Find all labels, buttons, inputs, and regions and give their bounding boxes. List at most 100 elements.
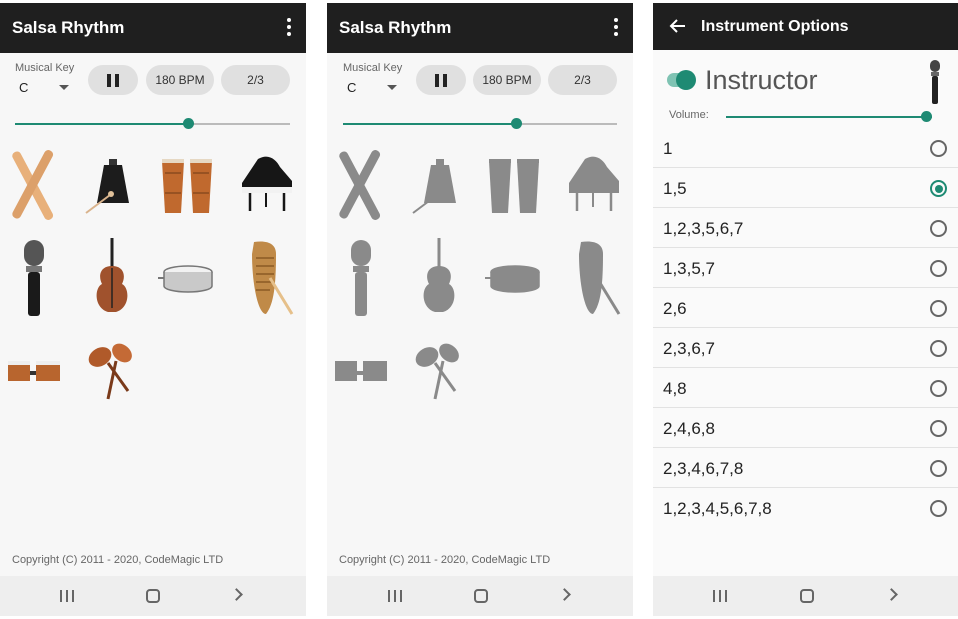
beat-option-row[interactable]: 1 (653, 128, 958, 168)
radio-button[interactable] (930, 500, 947, 517)
beat-options-list: 1 1,5 1,2,3,5,6,7 1,3,5,7 2,6 2,3,6,7 4,8 2,4,6… (653, 128, 958, 528)
copyright-text: Copyright (C) 2011 - 2020, CodeMagic LTD (12, 554, 224, 566)
tempo-button[interactable]: 180 BPM (473, 65, 541, 95)
recent-apps-icon[interactable] (388, 590, 402, 602)
system-nav-bar (327, 576, 633, 616)
app-title: Salsa Rhythm (12, 18, 125, 37)
guiro-icon[interactable] (563, 238, 623, 318)
home-icon[interactable] (474, 589, 488, 603)
beat-option-row[interactable]: 1,2,3,4,5,6,7,8 (653, 488, 958, 528)
timbale-icon[interactable] (158, 238, 218, 318)
radio-button[interactable] (930, 180, 947, 197)
overflow-menu-icon[interactable] (282, 18, 296, 38)
slider-track (516, 123, 617, 125)
instructor-toggle[interactable] (667, 70, 696, 90)
cowbell-icon[interactable] (409, 143, 469, 223)
slider-track (188, 123, 290, 125)
congas-icon[interactable] (485, 143, 545, 223)
beat-option-label: 2,4,6,8 (663, 419, 715, 438)
beat-option-label: 1,2,3,4,5,6,7,8 (663, 499, 772, 518)
beat-option-label: 2,3,4,6,7,8 (663, 459, 744, 478)
tempo-button[interactable]: 180 BPM (146, 65, 214, 95)
congas-icon[interactable] (158, 143, 218, 223)
tempo-slider[interactable] (15, 117, 290, 131)
salsa-rhythm-screen: Salsa Rhythm Musical Key C 180 BPM 2/3 C… (0, 3, 306, 616)
slider-thumb[interactable] (921, 111, 932, 122)
double-bass-icon[interactable] (82, 238, 142, 318)
beat-option-row[interactable]: 2,3,4,6,7,8 (653, 448, 958, 488)
bongos-icon[interactable] (331, 333, 391, 413)
musical-key-select[interactable]: C (347, 80, 356, 95)
radio-button[interactable] (930, 220, 947, 237)
radio-button[interactable] (930, 300, 947, 317)
pause-button[interactable] (88, 65, 138, 95)
bongos-icon[interactable] (4, 333, 64, 413)
volume-slider[interactable] (726, 110, 932, 124)
instructor-label: Instructor (705, 65, 818, 95)
volume-label: Volume: (669, 109, 709, 121)
chevron-right-icon[interactable] (885, 588, 898, 601)
slider-thumb[interactable] (183, 118, 194, 129)
radio-button[interactable] (930, 260, 947, 277)
musical-key-select[interactable]: C (19, 80, 28, 95)
microphone-icon (930, 60, 940, 104)
chevron-right-icon[interactable] (558, 588, 571, 601)
beat-option-row[interactable]: 1,5 (653, 168, 958, 208)
radio-button[interactable] (930, 340, 947, 357)
chevron-down-icon[interactable] (59, 85, 69, 90)
microphone-icon[interactable] (4, 238, 64, 318)
radio-button[interactable] (930, 380, 947, 397)
beat-option-row[interactable]: 2,3,6,7 (653, 328, 958, 368)
beat-option-label: 1,5 (663, 179, 687, 198)
radio-button[interactable] (930, 420, 947, 437)
salsa-rhythm-muted-screen: Salsa Rhythm Musical Key C 180 BPM 2/3 C… (327, 3, 633, 616)
timbale-icon[interactable] (485, 238, 545, 318)
time-signature-button[interactable]: 2/3 (221, 65, 290, 95)
slider-track-fill (15, 123, 188, 125)
musical-key-label: Musical Key (15, 62, 75, 74)
beat-option-label: 1 (663, 139, 673, 158)
home-icon[interactable] (800, 589, 814, 603)
double-bass-icon[interactable] (409, 238, 469, 318)
radio-button[interactable] (930, 140, 947, 157)
musical-key-label: Musical Key (343, 62, 403, 74)
screen-title: Instrument Options (701, 18, 849, 35)
tempo-slider[interactable] (343, 117, 617, 131)
piano-icon[interactable] (236, 143, 296, 223)
cowbell-icon[interactable] (82, 143, 142, 223)
app-bar: Instrument Options (653, 3, 958, 50)
beat-option-row[interactable]: 2,4,6,8 (653, 408, 958, 448)
instrument-options-screen: Instrument Options Instructor Volume: 11… (653, 3, 958, 616)
pause-icon (107, 73, 119, 87)
piano-icon[interactable] (563, 143, 623, 223)
slider-thumb[interactable] (511, 118, 522, 129)
time-signature-button[interactable]: 2/3 (548, 65, 617, 95)
beat-option-row[interactable]: 1,2,3,5,6,7 (653, 208, 958, 248)
recent-apps-icon[interactable] (60, 590, 74, 602)
app-bar: Salsa Rhythm (0, 3, 306, 53)
beat-option-row[interactable]: 4,8 (653, 368, 958, 408)
beat-option-row[interactable]: 1,3,5,7 (653, 248, 958, 288)
recent-apps-icon[interactable] (713, 590, 727, 602)
beat-option-label: 2,6 (663, 299, 687, 318)
radio-button[interactable] (930, 460, 947, 477)
overflow-menu-icon[interactable] (609, 18, 623, 38)
beat-option-label: 2,3,6,7 (663, 339, 715, 358)
pause-button[interactable] (416, 65, 466, 95)
home-icon[interactable] (146, 589, 160, 603)
beat-option-label: 1,3,5,7 (663, 259, 715, 278)
maracas-icon[interactable] (409, 333, 469, 413)
maracas-icon[interactable] (82, 333, 142, 413)
beat-option-label: 4,8 (663, 379, 687, 398)
guiro-icon[interactable] (236, 238, 296, 318)
back-arrow-icon[interactable] (669, 17, 687, 35)
beat-option-row[interactable]: 2,6 (653, 288, 958, 328)
chevron-down-icon[interactable] (387, 85, 397, 90)
microphone-icon[interactable] (331, 238, 391, 318)
claves-icon[interactable] (331, 143, 391, 223)
copyright-text: Copyright (C) 2011 - 2020, CodeMagic LTD (339, 554, 551, 566)
claves-icon[interactable] (4, 143, 64, 223)
chevron-right-icon[interactable] (230, 588, 243, 601)
slider-track-fill (726, 116, 932, 118)
app-bar: Salsa Rhythm (327, 3, 633, 53)
